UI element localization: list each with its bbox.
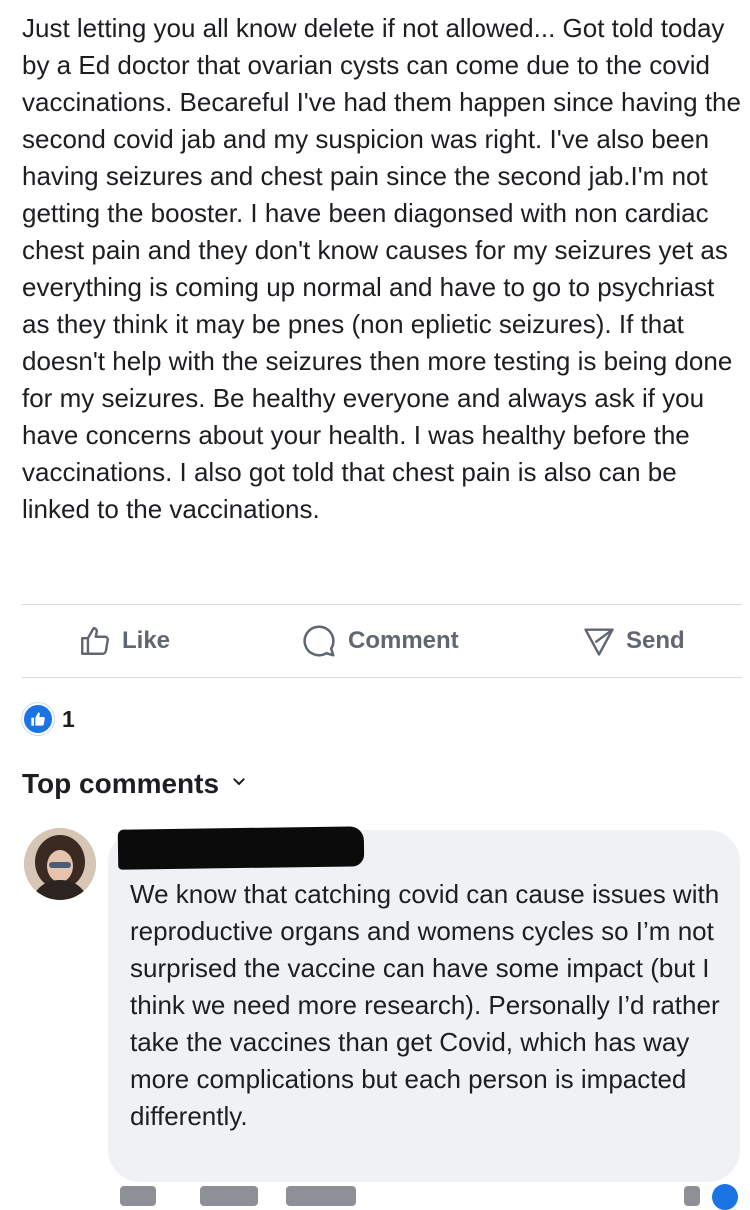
comment-like-link-fragment[interactable] — [200, 1186, 258, 1206]
chevron-down-icon — [231, 774, 247, 795]
send-label: Send — [626, 627, 685, 654]
send-outline-icon — [582, 624, 616, 658]
send-button[interactable]: Send — [582, 605, 685, 677]
comment-reaction-icon — [712, 1184, 738, 1210]
reaction-summary[interactable]: 1 — [22, 703, 75, 735]
like-button[interactable]: Like — [78, 605, 170, 677]
top-comments-dropdown[interactable]: Top comments — [22, 768, 247, 800]
like-label: Like — [122, 627, 171, 654]
comment-label: Comment — [348, 627, 459, 654]
comment-timestamp-fragment — [120, 1186, 156, 1206]
redacted-author-name — [117, 826, 365, 870]
comment-text: We know that catching covid can cause is… — [130, 879, 720, 1131]
thumbs-up-outline-icon — [78, 624, 112, 658]
comment-reply-link-fragment[interactable] — [286, 1186, 356, 1206]
commenter-avatar[interactable] — [24, 828, 96, 900]
actions-bottom-divider — [22, 677, 742, 678]
post-action-bar: Like Comment Send — [0, 605, 750, 677]
comment-reaction-count-fragment — [684, 1186, 700, 1206]
comment-button[interactable]: Comment — [300, 605, 459, 677]
reaction-count: 1 — [62, 705, 75, 732]
speech-bubble-outline-icon — [300, 622, 338, 660]
post-text: Just letting you all know delete if not … — [22, 13, 741, 524]
like-reaction-icon — [22, 703, 54, 735]
top-comments-label: Top comments — [22, 768, 220, 799]
